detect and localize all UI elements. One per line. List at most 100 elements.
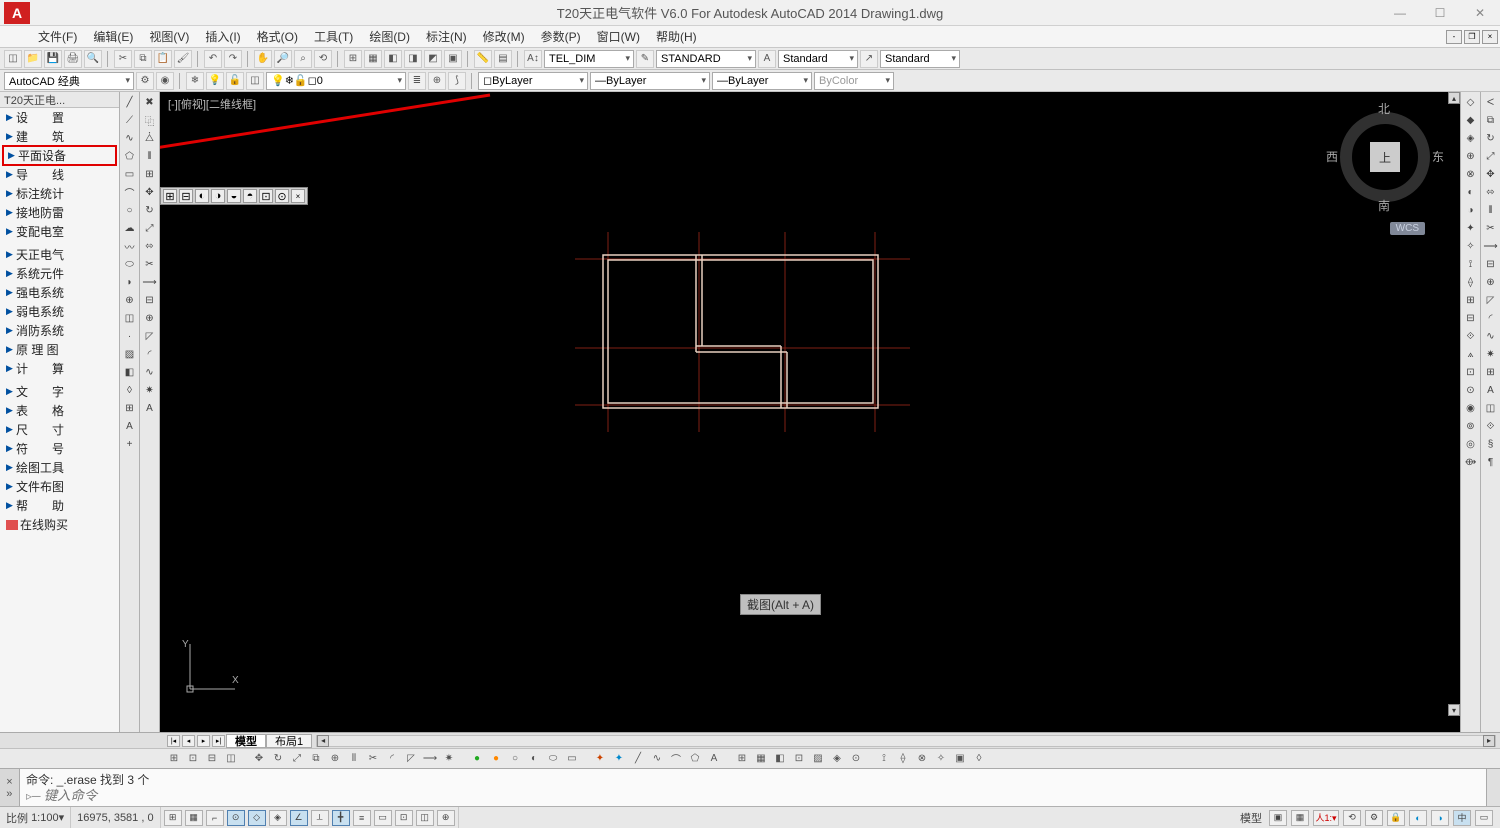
bt26-icon[interactable]: ⌒ <box>668 751 684 767</box>
trim-icon[interactable]: ✂ <box>142 256 158 272</box>
insert-icon[interactable]: ⊕ <box>122 292 138 308</box>
dir-west[interactable]: 西 <box>1326 148 1338 165</box>
mdi-restore[interactable]: ❐ <box>1464 30 1480 44</box>
status-layout-icon[interactable]: ▣ <box>1269 810 1287 826</box>
viewcube[interactable]: 上 北 南 西 东 <box>1330 102 1440 212</box>
zoomwin-icon[interactable]: ⌕ <box>294 50 312 68</box>
point-icon[interactable]: · <box>122 328 138 344</box>
bt40-icon[interactable]: ▣ <box>952 751 968 767</box>
bt19-icon[interactable]: ◐ <box>526 751 542 767</box>
3dosnap-toggle[interactable]: ◈ <box>269 810 287 826</box>
menu-window[interactable]: 窗口(W) <box>589 26 648 47</box>
r15-icon[interactable]: ⟑ <box>1463 346 1479 362</box>
tab-last[interactable]: ▸| <box>212 735 225 747</box>
bt7-icon[interactable]: ⤢ <box>289 751 305 767</box>
mtext-icon[interactable]: A <box>122 418 138 434</box>
dir-east[interactable]: 东 <box>1432 148 1444 165</box>
pline-icon[interactable]: ∿ <box>122 130 138 146</box>
r1-icon[interactable]: ◇ <box>1463 94 1479 110</box>
status-quickview-icon[interactable]: ▦ <box>1291 810 1309 826</box>
redo-icon[interactable]: ↷ <box>224 50 242 68</box>
dimstyle-select[interactable]: TEL_DIM <box>544 50 634 68</box>
tab-first[interactable]: |◂ <box>167 735 180 747</box>
tpy-toggle[interactable]: ▭ <box>374 810 392 826</box>
dc-icon[interactable]: ▦ <box>364 50 382 68</box>
r9-icon[interactable]: ✧ <box>1463 238 1479 254</box>
bt3-icon[interactable]: ⊟ <box>204 751 220 767</box>
bt41-icon[interactable]: ◊ <box>971 751 987 767</box>
ducs-toggle[interactable]: ⟂ <box>311 810 329 826</box>
bt32-icon[interactable]: ⊡ <box>791 751 807 767</box>
rb21-icon[interactable]: ¶ <box>1483 454 1499 470</box>
tree-item-9[interactable]: ▶强电系统 <box>0 283 119 302</box>
r19-icon[interactable]: ⊚ <box>1463 418 1479 434</box>
menu-modify[interactable]: 修改(M) <box>475 26 533 47</box>
stretch-icon[interactable]: ⬄ <box>142 238 158 254</box>
r16-icon[interactable]: ⊡ <box>1463 364 1479 380</box>
status-lock-icon[interactable]: 🔒 <box>1387 810 1405 826</box>
rb20-icon[interactable]: § <box>1483 436 1499 452</box>
array-icon[interactable]: ⊞ <box>142 166 158 182</box>
tab-layout1[interactable]: 布局1 <box>266 734 312 748</box>
grp-icon[interactable]: ▣ <box>444 50 462 68</box>
addsel-icon[interactable]: + <box>122 436 138 452</box>
tree-item-17[interactable]: ▶符 号 <box>0 439 119 458</box>
join-icon[interactable]: ⊕ <box>142 310 158 326</box>
am-toggle[interactable]: ⊕ <box>437 810 455 826</box>
tree-item-11[interactable]: ▶消防系统 <box>0 321 119 340</box>
matchprop-icon[interactable]: 🖌 <box>174 50 192 68</box>
rotate-icon[interactable]: ↻ <box>142 202 158 218</box>
bt15-icon[interactable]: ✷ <box>441 751 457 767</box>
extend-icon[interactable]: ⟶ <box>142 274 158 290</box>
tree-item-8[interactable]: ▶系统元件 <box>0 264 119 283</box>
command-input[interactable] <box>44 788 444 803</box>
ssm-icon[interactable]: ◨ <box>404 50 422 68</box>
tree-item-13[interactable]: ▶计 算 <box>0 359 119 378</box>
layer-color-icon[interactable]: ◫ <box>246 72 264 90</box>
rb4-icon[interactable]: ⤢ <box>1483 148 1499 164</box>
tree-item-16[interactable]: ▶尺 寸 <box>0 420 119 439</box>
tree-item-6[interactable]: ▶变配电室 <box>0 222 119 241</box>
calc-icon[interactable]: ▤ <box>494 50 512 68</box>
offset-icon[interactable]: ⫴ <box>142 148 158 164</box>
bt4-icon[interactable]: ◫ <box>223 751 239 767</box>
tree-item-12[interactable]: ▶原 理 图 <box>0 340 119 359</box>
zoom-icon[interactable]: 🔎 <box>274 50 292 68</box>
status-ime[interactable]: 中 <box>1453 810 1471 826</box>
layer-lock-icon[interactable]: 🔓 <box>226 72 244 90</box>
rb13-icon[interactable]: ◜ <box>1483 310 1499 326</box>
tree-item-1[interactable]: ▶建 筑 <box>0 127 119 146</box>
menu-draw[interactable]: 绘图(D) <box>361 26 418 47</box>
rect-icon[interactable]: ▭ <box>122 166 138 182</box>
scale-control[interactable]: 比例 1:100 ▾ <box>0 807 71 828</box>
fillet-icon[interactable]: ◜ <box>142 346 158 362</box>
status-hw-icon[interactable]: ◐ <box>1409 810 1427 826</box>
rb2-icon[interactable]: ⧉ <box>1483 112 1499 128</box>
dist-icon[interactable]: 📏 <box>474 50 492 68</box>
region-icon[interactable]: ◊ <box>122 382 138 398</box>
status-ws-icon[interactable]: ⚙ <box>1365 810 1383 826</box>
rb17-icon[interactable]: A <box>1483 382 1499 398</box>
bt28-icon[interactable]: A <box>706 751 722 767</box>
r10-icon[interactable]: ⟟ <box>1463 256 1479 272</box>
status-model[interactable]: 模型 <box>1236 810 1266 826</box>
tree-item-19[interactable]: ▶文件布图 <box>0 477 119 496</box>
r17-icon[interactable]: ⊙ <box>1463 382 1479 398</box>
annoscale-icon[interactable]: A↕ <box>524 50 542 68</box>
layerstate-icon[interactable]: ⊕ <box>428 72 446 90</box>
rb5-icon[interactable]: ✥ <box>1483 166 1499 182</box>
bt12-icon[interactable]: ◜ <box>384 751 400 767</box>
dir-north[interactable]: 北 <box>1378 100 1390 117</box>
break-icon[interactable]: ⊟ <box>142 292 158 308</box>
r13-icon[interactable]: ⊟ <box>1463 310 1479 326</box>
cmd-close-button[interactable]: ×» <box>0 769 20 806</box>
sc-toggle[interactable]: ◫ <box>416 810 434 826</box>
drawing-viewport[interactable]: [-][俯视][二维线框] ⊞ ⊟ ◐ ◑ ◒ ◓ ⊡ ⊙ × <box>160 92 1460 732</box>
mdi-close[interactable]: × <box>1482 30 1498 44</box>
menu-param[interactable]: 参数(P) <box>533 26 589 47</box>
qp-toggle[interactable]: ⊡ <box>395 810 413 826</box>
workspace-settings-icon[interactable]: ⚙ <box>136 72 154 90</box>
close-button[interactable]: ✕ <box>1460 2 1500 24</box>
bt27-icon[interactable]: ⬠ <box>687 751 703 767</box>
app-logo[interactable]: A <box>4 2 30 24</box>
